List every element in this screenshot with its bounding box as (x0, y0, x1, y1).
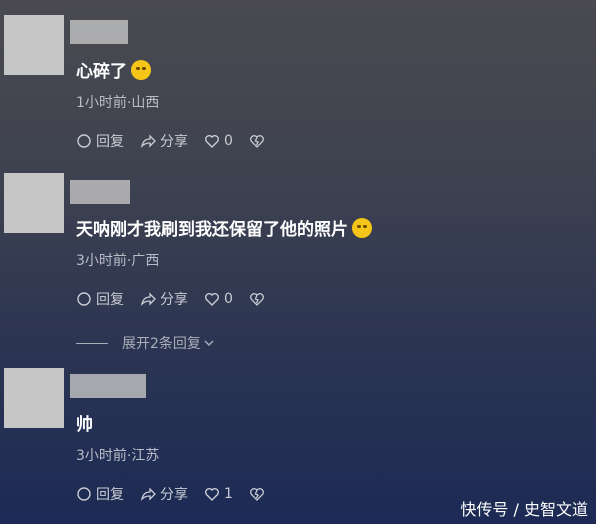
watermark: 快传号 / 史智文道 (460, 500, 588, 519)
comment-meta: 3小时前·广西 (76, 253, 160, 269)
comment-actions: 回复 分享 0 (76, 288, 269, 310)
heart-icon (205, 488, 219, 501)
share-button[interactable]: 分享 (140, 289, 188, 309)
reply-button[interactable]: 回复 (76, 289, 124, 309)
username-redacted[interactable] (70, 374, 146, 398)
comment-text-content: 心碎了 (76, 62, 127, 82)
broken-heart-icon (249, 293, 264, 306)
dislike-button[interactable] (249, 486, 269, 502)
laughing-emoji-icon (352, 218, 372, 238)
like-button[interactable]: 0 (204, 291, 233, 307)
reply-button[interactable]: 回复 (76, 484, 124, 504)
comment-actions: 回复 分享 1 (76, 483, 269, 505)
comment-text: 帅 (76, 410, 93, 435)
like-count: 0 (224, 133, 233, 149)
divider (76, 342, 108, 344)
reply-label: 回复 (96, 487, 124, 503)
heart-icon (205, 293, 219, 306)
avatar[interactable] (4, 15, 64, 75)
share-label: 分享 (160, 134, 188, 150)
crying-emoji-icon (131, 60, 151, 80)
like-count: 0 (224, 291, 233, 307)
chevron-down-icon (204, 340, 214, 346)
like-button[interactable]: 1 (204, 486, 233, 502)
avatar[interactable] (4, 173, 64, 233)
share-arrow-icon (140, 487, 156, 501)
broken-heart-icon (249, 488, 264, 501)
comment-bubble-icon (77, 292, 91, 306)
comment-actions: 回复 分享 0 (76, 130, 269, 152)
share-arrow-icon (140, 134, 156, 148)
heart-icon (205, 135, 219, 148)
comment-text: 天呐刚才我刷到我还保留了他的照片 (76, 215, 372, 240)
reply-button[interactable]: 回复 (76, 131, 124, 151)
comment-text-content: 帅 (76, 415, 93, 435)
reply-label: 回复 (96, 134, 124, 150)
username-redacted[interactable] (70, 180, 130, 204)
broken-heart-icon (249, 135, 264, 148)
share-label: 分享 (160, 487, 188, 503)
reply-label: 回复 (96, 292, 124, 308)
like-button[interactable]: 0 (204, 133, 233, 149)
comment-meta: 3小时前·江苏 (76, 448, 160, 464)
like-count: 1 (224, 486, 233, 502)
expand-replies-button[interactable]: 展开2条回复 (76, 333, 215, 353)
share-arrow-icon (140, 292, 156, 306)
comment-bubble-icon (77, 134, 91, 148)
comment-meta: 1小时前·山西 (76, 95, 160, 111)
username-redacted[interactable] (70, 20, 128, 44)
share-button[interactable]: 分享 (140, 484, 188, 504)
dislike-button[interactable] (249, 291, 269, 307)
comment-bubble-icon (77, 487, 91, 501)
share-label: 分享 (160, 292, 188, 308)
comment-text-content: 天呐刚才我刷到我还保留了他的照片 (76, 220, 348, 240)
dislike-button[interactable] (249, 133, 269, 149)
expand-replies-label: 展开2条回复 (122, 336, 201, 352)
comment-text: 心碎了 (76, 57, 151, 82)
share-button[interactable]: 分享 (140, 131, 188, 151)
avatar[interactable] (4, 368, 64, 428)
